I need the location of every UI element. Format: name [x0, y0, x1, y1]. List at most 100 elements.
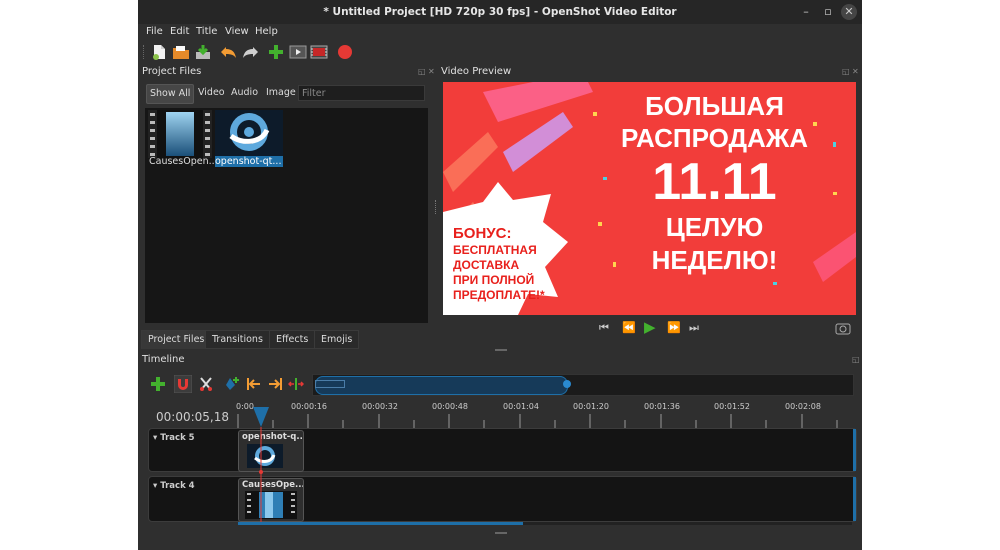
zoom-view-indicator: [315, 380, 345, 388]
menu-help[interactable]: Help: [255, 26, 278, 37]
track-name: ▾ Track 4: [153, 481, 195, 491]
import-files-icon[interactable]: [267, 43, 285, 61]
tab-project-files[interactable]: Project Files: [141, 330, 212, 349]
filter-image[interactable]: Image: [263, 84, 299, 102]
track-scroll-marker: [853, 477, 856, 521]
export-film-icon[interactable]: [310, 43, 328, 61]
camera-icon[interactable]: [835, 322, 851, 335]
zoom-slider-handle[interactable]: [563, 380, 571, 388]
filter-show-all[interactable]: Show All: [146, 84, 195, 104]
add-track-icon[interactable]: [150, 376, 166, 392]
ruler-label: 00:01:20: [573, 402, 609, 411]
track-name: ▾ Track 5: [153, 433, 195, 443]
rewind-icon[interactable]: ⏪: [622, 321, 636, 334]
float-panel-icon[interactable]: ◱: [418, 67, 426, 76]
project-files-list: CausesOpen... openshot-qt...: [145, 108, 428, 323]
previous-marker-icon[interactable]: [246, 376, 262, 392]
filter-video[interactable]: Video: [195, 84, 228, 102]
ruler-label: 00:01:04: [503, 402, 539, 411]
redo-icon[interactable]: [241, 43, 259, 61]
record-icon[interactable]: [336, 43, 354, 61]
jump-start-icon[interactable]: ⏮: [599, 321, 609, 335]
menu-title[interactable]: Title: [196, 26, 217, 37]
tab-transitions[interactable]: Transitions: [205, 330, 270, 349]
ruler-label: 00:01:36: [644, 402, 680, 411]
save-project-icon[interactable]: [194, 43, 212, 61]
zoom-slider[interactable]: [315, 376, 568, 395]
ruler-ticks: [237, 414, 838, 428]
close-panel-icon[interactable]: ✕: [428, 67, 435, 76]
close-button[interactable]: ✕: [841, 4, 857, 20]
file-thumbnail[interactable]: [215, 110, 283, 156]
preview-icon[interactable]: [289, 43, 307, 61]
maximize-button[interactable]: ▫: [820, 4, 836, 20]
promo-line-4: ЦЕЛУЮ: [665, 212, 764, 242]
splitter-handle[interactable]: [435, 200, 438, 214]
undo-icon[interactable]: [220, 43, 238, 61]
snap-magnet-icon[interactable]: [174, 375, 192, 393]
filter-audio[interactable]: Audio: [228, 84, 261, 102]
add-marker-icon[interactable]: [224, 376, 240, 392]
tab-emojis[interactable]: Emojis: [314, 330, 360, 349]
project-files-title: Project Files: [142, 66, 202, 77]
splitter-handle[interactable]: [495, 349, 507, 351]
jump-end-icon[interactable]: ⏭: [689, 321, 699, 335]
playhead[interactable]: [251, 405, 271, 525]
file-thumbnail[interactable]: [148, 110, 212, 158]
track-label: Track 5: [160, 433, 195, 443]
track-label: Track 4: [160, 481, 195, 491]
timeline-clip[interactable]: openshot-q...: [238, 430, 304, 472]
menu-file[interactable]: File: [146, 26, 163, 37]
open-project-icon[interactable]: [172, 43, 190, 61]
current-time: 00:00:05,18: [156, 410, 229, 424]
bonus-line-4: ПРИ ПОЛНОЙ: [453, 273, 535, 287]
promo-line-3: 11.11: [652, 153, 777, 211]
fast-forward-icon[interactable]: ⏩: [667, 321, 681, 334]
main-toolbar: [138, 40, 862, 64]
next-marker-icon[interactable]: [267, 376, 283, 392]
new-project-icon[interactable]: [150, 43, 168, 61]
minimize-button[interactable]: –: [798, 4, 814, 20]
video-preview-title: Video Preview: [441, 66, 512, 77]
track-scroll-marker: [853, 429, 856, 471]
float-panel-icon[interactable]: ◱: [852, 355, 860, 364]
razor-icon[interactable]: [198, 376, 214, 392]
promo-line-2: РАСПРОДАЖА: [620, 123, 809, 153]
title-bar: * Untitled Project [HD 720p 30 fps] - Op…: [138, 0, 862, 24]
close-panel-icon[interactable]: ✕: [852, 67, 859, 76]
promo-line-5: НЕДЕЛЮ!: [651, 245, 778, 275]
ruler-label: 00:02:08: [785, 402, 821, 411]
menu-edit[interactable]: Edit: [170, 26, 189, 37]
bonus-line-3: ДОСТАВКА: [453, 258, 520, 272]
file-name: CausesOpen...: [149, 156, 215, 167]
timeline-zoom-track[interactable]: [312, 374, 854, 396]
scrollbar-thumb[interactable]: [238, 522, 523, 525]
ruler-label: 00:00:16: [291, 402, 327, 411]
play-icon[interactable]: ▶: [644, 318, 656, 336]
window-title: * Untitled Project [HD 720p 30 fps] - Op…: [323, 6, 677, 18]
ruler-label: 00:00:48: [432, 402, 468, 411]
video-preview-frame: БОЛЬШАЯ РАСПРОДАЖА 11.11 ЦЕЛУЮ НЕДЕЛЮ! Б…: [443, 82, 856, 315]
bonus-line-5: ПРЕДОПЛАТЕ!*: [453, 288, 545, 302]
toolbar-grip: [143, 45, 146, 59]
float-panel-icon[interactable]: ◱: [842, 67, 850, 76]
timeline-title: Timeline: [142, 354, 185, 365]
timeline-scrollbar[interactable]: [238, 522, 852, 525]
ruler-label: 00:01:52: [714, 402, 750, 411]
center-playhead-icon[interactable]: [288, 376, 304, 392]
openshot-logo-icon: [215, 110, 283, 156]
timeline-clip[interactable]: CausesOpe...: [238, 478, 304, 522]
tab-effects[interactable]: Effects: [269, 330, 316, 349]
ruler-label: 00:00:32: [362, 402, 398, 411]
time-ruler[interactable]: [236, 400, 852, 428]
menu-bar: File Edit Title View Help: [138, 24, 862, 40]
openshot-window: * Untitled Project [HD 720p 30 fps] - Op…: [138, 0, 862, 550]
file-name-selected: openshot-qt...: [215, 156, 283, 167]
splitter-handle[interactable]: [495, 532, 507, 534]
bonus-line-2: БЕСПЛАТНАЯ: [453, 243, 537, 257]
filter-input[interactable]: Filter: [298, 85, 425, 101]
menu-view[interactable]: View: [225, 26, 249, 37]
bonus-line-1: БОНУС:: [453, 225, 512, 242]
film-strip-icon: [148, 110, 212, 158]
promo-line-1: БОЛЬШАЯ: [645, 91, 784, 121]
